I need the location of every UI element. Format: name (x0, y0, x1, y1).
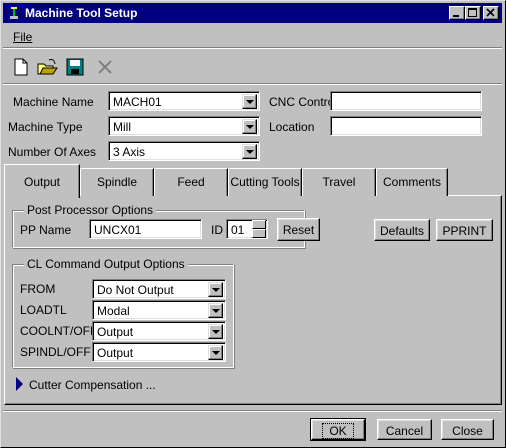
maximize-button[interactable] (465, 6, 481, 20)
machine-name-dropdown[interactable]: MACH01 (108, 91, 260, 111)
from-dropdown[interactable]: Do Not Output (92, 279, 226, 299)
loadtl-label: LOADTL (20, 303, 67, 317)
axes-value: 3 Axis (113, 145, 146, 159)
machine-type-value: Mill (113, 120, 131, 134)
coolnt-label: COOLNT/OFF (20, 324, 98, 338)
ok-button[interactable]: OK (310, 418, 366, 441)
from-label: FROM (20, 282, 56, 296)
loadtl-dropdown[interactable]: Modal (92, 300, 226, 320)
save-disk-icon (66, 58, 84, 76)
open-folder-icon (37, 59, 58, 75)
cancel-button[interactable]: Cancel (377, 419, 432, 440)
minimize-icon (453, 15, 459, 17)
app-icon (10, 7, 18, 19)
close-button[interactable] (483, 6, 499, 20)
save-button[interactable] (64, 56, 86, 78)
open-button[interactable] (36, 56, 58, 78)
defaults-label: Defaults (379, 224, 425, 238)
coolnt-value: Output (97, 325, 134, 339)
spindl-dropdown[interactable]: Output (92, 342, 226, 362)
loadtl-value: Modal (97, 304, 130, 318)
location-label: Location (269, 120, 315, 134)
reset-button[interactable]: Reset (277, 218, 320, 241)
reset-label: Reset (282, 223, 315, 237)
machine-type-label: Machine Type (8, 120, 83, 134)
toolbar-separator (3, 83, 502, 85)
expand-arrow-icon[interactable] (16, 377, 23, 391)
spinner-control[interactable] (252, 220, 266, 238)
menu-bar: File (3, 26, 502, 46)
axes-dropdown[interactable]: 3 Axis (108, 141, 260, 161)
machine-type-dropdown[interactable]: Mill (108, 116, 260, 136)
pprint-button[interactable]: PPRINT (436, 219, 493, 241)
pp-name-input[interactable]: UNCX01 (89, 219, 202, 239)
chevron-down-icon[interactable] (208, 324, 223, 339)
coolnt-dropdown[interactable]: Output (92, 321, 226, 341)
close-dialog-button[interactable]: Close (441, 419, 494, 440)
cnc-control-input[interactable] (330, 91, 482, 111)
tab-comments[interactable]: Comments (376, 168, 448, 196)
machine-name-label: Machine Name (13, 95, 94, 109)
chevron-down-icon[interactable] (208, 282, 223, 297)
delete-button[interactable] (94, 56, 116, 78)
tab-cutting-tools[interactable]: Cutting Tools (228, 168, 302, 196)
cl-options-title: CL Command Output Options (24, 257, 188, 271)
spin-down-icon[interactable] (252, 229, 266, 238)
id-spinner[interactable]: 01 (226, 219, 268, 239)
title-bar[interactable]: Machine Tool Setup (3, 3, 502, 23)
tab-spindle-label: Spindle (96, 175, 138, 189)
id-label: ID (211, 223, 223, 237)
tab-travel-label: Travel (322, 175, 356, 189)
from-value: Do Not Output (97, 283, 174, 297)
post-processor-title: Post Processor Options (24, 203, 157, 217)
new-document-icon (14, 58, 28, 76)
cancel-label: Cancel (385, 424, 424, 438)
footer-separator (3, 410, 502, 412)
new-button[interactable] (10, 56, 32, 78)
minimize-button[interactable] (449, 6, 465, 20)
chevron-down-icon[interactable] (242, 94, 257, 109)
spindl-label: SPINDL/OFF (20, 345, 91, 359)
window-title: Machine Tool Setup (25, 6, 138, 20)
tab-travel[interactable]: Travel (302, 168, 376, 196)
tab-cutting-tools-label: Cutting Tools (230, 175, 300, 189)
axes-label: Number Of Axes (8, 145, 97, 159)
delete-x-icon (98, 60, 112, 74)
location-input[interactable] (330, 116, 482, 136)
menu-file[interactable]: File (13, 30, 32, 44)
close-label: Close (452, 424, 483, 438)
cutter-compensation-link[interactable]: Cutter Compensation ... (29, 378, 156, 392)
tab-feed[interactable]: Feed (154, 168, 228, 196)
defaults-button[interactable]: Defaults (374, 219, 430, 241)
pp-name-value: UNCX01 (94, 223, 142, 237)
chevron-down-icon[interactable] (242, 144, 257, 159)
chevron-down-icon[interactable] (242, 119, 257, 134)
chevron-down-icon[interactable] (208, 303, 223, 318)
tab-spindle[interactable]: Spindle (80, 168, 154, 196)
tab-output[interactable]: Output (4, 164, 80, 198)
spindl-value: Output (97, 346, 134, 360)
menu-separator (3, 47, 502, 49)
close-icon (486, 8, 495, 17)
ok-label: OK (322, 423, 354, 439)
cnc-control-label: CNC Control (269, 95, 338, 109)
machine-name-value: MACH01 (113, 95, 162, 109)
tab-output-label: Output (23, 175, 61, 189)
spin-up-icon[interactable] (252, 220, 266, 229)
chevron-down-icon[interactable] (208, 345, 223, 360)
tab-feed-label: Feed (177, 175, 205, 189)
tab-comments-label: Comments (382, 175, 441, 189)
maximize-icon (468, 8, 477, 17)
pprint-label: PPRINT (442, 224, 487, 238)
pp-name-label: PP Name (20, 223, 72, 237)
id-value: 01 (231, 223, 245, 237)
